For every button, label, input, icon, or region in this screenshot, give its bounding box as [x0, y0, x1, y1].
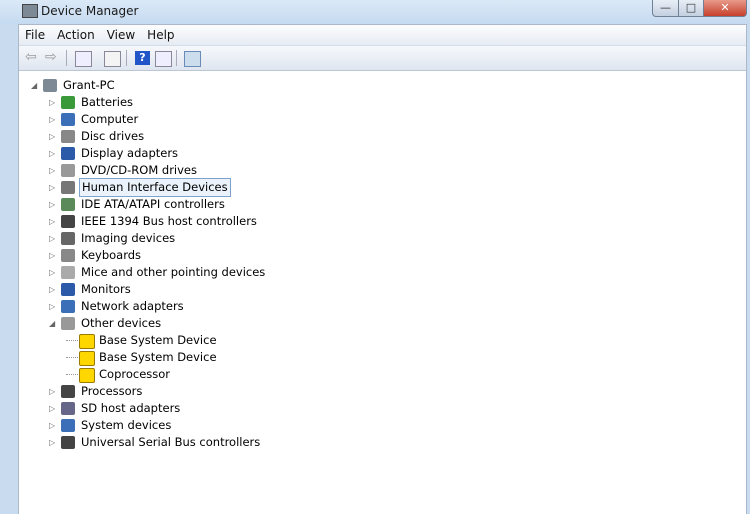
toolbar-separator — [126, 50, 127, 66]
tree-child-label: Base System Device — [99, 350, 217, 364]
expand-arrow-icon[interactable]: ▷ — [49, 128, 55, 145]
action-pane-icon[interactable] — [155, 51, 172, 67]
expand-arrow-icon[interactable]: ▷ — [49, 281, 55, 298]
unknown-device-icon — [61, 317, 75, 330]
camera-icon — [61, 232, 75, 245]
tree-item-label: Mice and other pointing devices — [81, 265, 266, 279]
system-icon — [61, 419, 75, 432]
expand-arrow-icon[interactable]: ▷ — [49, 145, 55, 162]
expand-arrow-icon[interactable]: ▷ — [49, 400, 55, 417]
scan-hardware-icon[interactable] — [184, 51, 201, 67]
tree-child-label: Base System Device — [99, 333, 217, 347]
device-manager-window: File Action View Help ⇦ ⇨ ? ◢ Grant-PC ▷ Batte… — [18, 24, 747, 514]
ieee1394-icon — [61, 215, 75, 228]
tree-connector-line — [66, 374, 78, 375]
expand-arrow-icon[interactable]: ▷ — [49, 383, 55, 400]
back-icon[interactable]: ⇦ — [25, 50, 40, 65]
expand-arrow-icon[interactable]: ▷ — [49, 213, 55, 230]
help-icon[interactable]: ? — [135, 51, 150, 65]
close-button[interactable]: ✕ — [703, 0, 747, 17]
tree-item-label: Universal Serial Bus controllers — [81, 435, 261, 449]
tree-item-label: Imaging devices — [81, 231, 176, 245]
tree-item-label: Keyboards — [81, 248, 142, 262]
menu-file[interactable]: File — [19, 25, 51, 42]
hid-icon — [61, 181, 75, 194]
display-adapter-icon — [61, 147, 75, 160]
tree-item-label: Other devices — [81, 316, 162, 330]
expand-arrow-icon[interactable]: ▷ — [49, 179, 55, 196]
sd-icon — [61, 402, 75, 415]
warning-device-icon — [79, 368, 95, 383]
forward-icon[interactable]: ⇨ — [45, 50, 60, 65]
disc-drive-icon — [61, 130, 75, 143]
tree-connector-line — [66, 340, 78, 341]
processor-icon — [61, 385, 75, 398]
tree-child-label: Coprocessor — [99, 367, 171, 381]
menu-bar: File Action View Help — [19, 25, 746, 46]
console-tree-icon[interactable] — [75, 51, 92, 67]
expand-arrow-icon[interactable]: ▷ — [49, 247, 55, 264]
minimize-button[interactable]: — — [652, 0, 679, 17]
tree-item-label: IEEE 1394 Bus host controllers — [81, 214, 257, 228]
dvd-icon — [61, 164, 75, 177]
tree-item-label: Monitors — [81, 282, 131, 296]
expand-arrow-icon[interactable]: ▷ — [49, 417, 55, 434]
expand-arrow-icon[interactable]: ▷ — [49, 434, 55, 451]
tree-item-label: System devices — [81, 418, 172, 432]
expand-arrow-icon[interactable]: ▷ — [49, 196, 55, 213]
tree-item-label: Processors — [81, 384, 143, 398]
computer-icon — [43, 79, 57, 92]
collapse-arrow-icon[interactable]: ◢ — [31, 77, 37, 94]
menu-action[interactable]: Action — [51, 25, 101, 42]
title-bar: Device Manager — □ ✕ — [0, 0, 750, 24]
expand-arrow-icon[interactable]: ▷ — [49, 162, 55, 179]
menu-view[interactable]: View — [101, 25, 141, 42]
computer-icon — [61, 113, 75, 126]
battery-icon — [61, 96, 75, 109]
tree-item-label: DVD/CD-ROM drives — [81, 163, 197, 177]
tree-item-label: Network adapters — [81, 299, 184, 313]
expand-arrow-icon[interactable]: ▷ — [49, 94, 55, 111]
maximize-button[interactable]: □ — [678, 0, 704, 17]
tree-item-label: Human Interface Devices — [79, 178, 231, 197]
tree-item-label: Display adapters — [81, 146, 179, 160]
usb-icon — [61, 436, 75, 449]
tree-connector-line — [66, 357, 78, 358]
properties-icon[interactable] — [104, 51, 121, 67]
window-title: Device Manager — [41, 4, 139, 18]
device-manager-icon — [22, 4, 38, 18]
toolbar-separator — [66, 50, 67, 66]
tree-item-label: SD host adapters — [81, 401, 181, 415]
toolbar-separator — [176, 50, 177, 66]
menu-help[interactable]: Help — [141, 25, 180, 42]
mouse-icon — [61, 266, 75, 279]
expand-arrow-icon[interactable]: ▷ — [49, 230, 55, 247]
tree-item-label: Computer — [81, 112, 139, 126]
ide-icon — [61, 198, 75, 211]
tree-item-label: Disc drives — [81, 129, 145, 143]
network-icon — [61, 300, 75, 313]
collapse-arrow-icon[interactable]: ◢ — [49, 315, 55, 332]
keyboard-icon — [61, 249, 75, 262]
warning-device-icon — [79, 334, 95, 349]
expand-arrow-icon[interactable]: ▷ — [49, 298, 55, 315]
expand-arrow-icon[interactable]: ▷ — [49, 264, 55, 281]
toolbar: ⇦ ⇨ ? — [19, 46, 746, 71]
tree-root-label: Grant-PC — [63, 78, 115, 92]
monitor-icon — [61, 283, 75, 296]
tree-item-label: Batteries — [81, 95, 134, 109]
expand-arrow-icon[interactable]: ▷ — [49, 111, 55, 128]
tree-item-label: IDE ATA/ATAPI controllers — [81, 197, 225, 211]
warning-device-icon — [79, 351, 95, 366]
